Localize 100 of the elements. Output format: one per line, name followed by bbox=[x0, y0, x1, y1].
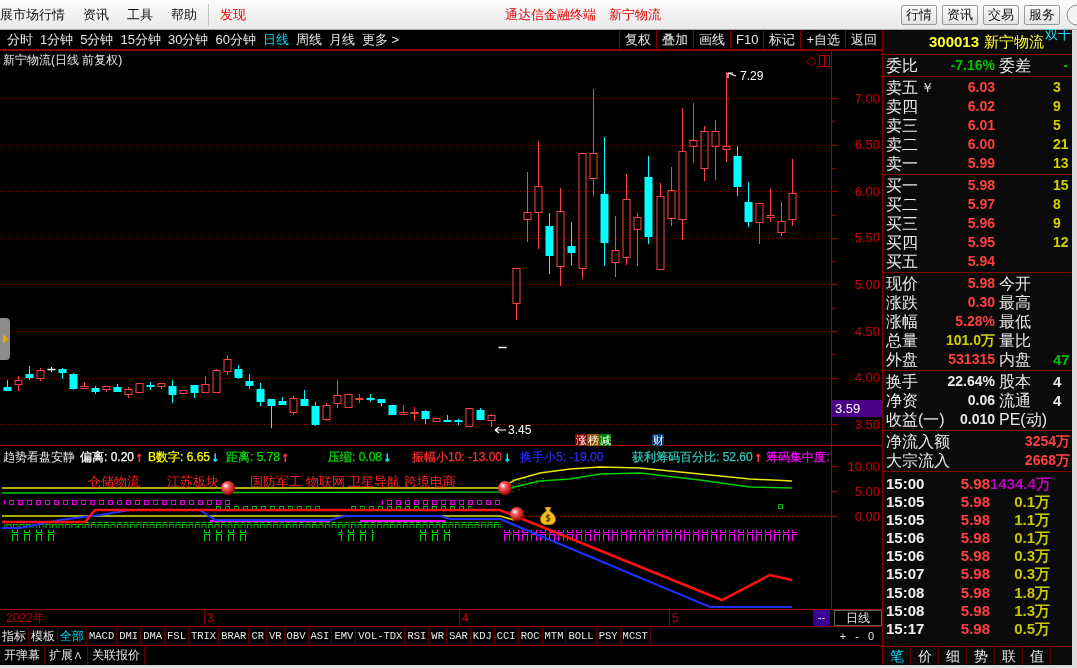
stock-name: 新宁物流 bbox=[984, 33, 1045, 51]
trade-price: 5.98 bbox=[959, 511, 990, 530]
indicator-tab[interactable]: EMV bbox=[332, 627, 357, 645]
period-tab[interactable]: 周线 bbox=[295, 31, 322, 48]
sector-label: 国防军工 物联网 卫星导航 跨境电商 bbox=[250, 474, 456, 489]
indicator-tab[interactable]: PSY bbox=[596, 627, 621, 645]
indicator-tab[interactable]: VR bbox=[267, 627, 285, 645]
menu-item[interactable]: 资讯 bbox=[74, 5, 118, 24]
menu-button[interactable]: 资讯 bbox=[942, 4, 978, 25]
trade-volume: 0.5万 bbox=[1013, 619, 1050, 638]
period-tab[interactable]: 30分钟 bbox=[167, 31, 209, 48]
yen-mark: ￥ bbox=[921, 79, 934, 97]
indicator-tab[interactable]: TRIX bbox=[188, 627, 220, 645]
toolbar-button[interactable]: +自选 bbox=[800, 30, 845, 49]
indicator-tab[interactable]: VOL-TDX bbox=[356, 627, 406, 645]
scroll-button[interactable]: -- bbox=[813, 610, 830, 626]
candle bbox=[711, 119, 720, 181]
order-price: 5.96 bbox=[966, 214, 995, 233]
candle bbox=[245, 373, 254, 390]
indicator-tab[interactable]: KDJ bbox=[470, 627, 495, 645]
indicator-tab[interactable]: CR bbox=[249, 627, 267, 645]
zoom-button[interactable]: + bbox=[836, 627, 850, 645]
indicator-tab[interactable]: MACD bbox=[87, 627, 118, 645]
trend-arrow: ↑ bbox=[282, 449, 289, 464]
quote-label: 涨幅 bbox=[886, 312, 918, 331]
menu-button[interactable]: 服务 bbox=[1024, 4, 1060, 25]
indicator-tab[interactable]: 模板 bbox=[29, 627, 58, 645]
diamond-icon[interactable] bbox=[806, 56, 817, 67]
trend-arrow: ↑ bbox=[755, 449, 762, 464]
window-title: 新宁物流 bbox=[609, 5, 661, 24]
indicator-tab[interactable]: CCI bbox=[494, 627, 519, 645]
menu-item[interactable]: 发现 bbox=[211, 5, 255, 24]
ball-icon bbox=[221, 481, 235, 495]
indicator-tab[interactable]: MTM bbox=[542, 627, 567, 645]
event-tag[interactable]: 榜 bbox=[587, 434, 599, 446]
indicator-tab[interactable]: SAR bbox=[446, 627, 471, 645]
trade-volume: 0.3万 bbox=[1013, 547, 1050, 566]
toolbar-button[interactable]: 标记 bbox=[763, 30, 801, 49]
indicator-tab[interactable]: RSI bbox=[405, 627, 430, 645]
indicator-tab[interactable]: ROC bbox=[518, 627, 543, 645]
menu-button[interactable]: 行情 bbox=[901, 4, 937, 25]
event-tag[interactable]: 减 bbox=[599, 434, 611, 446]
zoom-button[interactable]: - bbox=[850, 627, 864, 645]
side-panel-toggle[interactable] bbox=[0, 318, 10, 360]
split-view-icon[interactable] bbox=[819, 55, 830, 67]
quote-label: 委比 bbox=[886, 56, 918, 75]
event-tag[interactable]: 财 bbox=[652, 434, 664, 446]
period-tab[interactable]: 日线 bbox=[262, 31, 289, 48]
indicator-tab[interactable]: OBV bbox=[284, 627, 309, 645]
order-volume: 9 bbox=[1053, 97, 1061, 116]
indicator-tab[interactable]: ASI bbox=[308, 627, 333, 645]
indicator-tab[interactable]: 指标 bbox=[0, 627, 29, 645]
sector-label: 仓储物流 bbox=[88, 474, 140, 489]
indicator-tab[interactable]: DMI bbox=[117, 627, 142, 645]
candle bbox=[667, 166, 676, 227]
trade-time: 15:05 bbox=[885, 511, 926, 530]
menu-item[interactable]: 展市场行情 bbox=[0, 5, 74, 24]
candle bbox=[256, 382, 265, 407]
quote-label: 最低 bbox=[998, 312, 1032, 331]
price-axis-label: 6.50 bbox=[854, 137, 880, 153]
period-tab[interactable]: 1分钟 bbox=[40, 31, 74, 48]
quote-label: 卖三 bbox=[886, 116, 918, 135]
event-tag[interactable]: 涨 bbox=[575, 434, 587, 446]
toolbar-button[interactable]: 叠加 bbox=[656, 30, 693, 49]
price-axis-label: 3.50 bbox=[854, 416, 880, 432]
period-tab[interactable]: 15分钟 bbox=[120, 31, 161, 48]
candle bbox=[788, 158, 797, 227]
indicator-tab[interactable]: MCST bbox=[620, 627, 651, 645]
indicator-tab[interactable]: BRAR bbox=[219, 627, 250, 645]
order-volume: 15 bbox=[1053, 176, 1069, 195]
period-tab[interactable]: 更多 > bbox=[361, 31, 400, 48]
candle bbox=[190, 384, 199, 399]
candle bbox=[454, 418, 463, 426]
candle bbox=[567, 221, 576, 266]
indicator-tab[interactable]: WR bbox=[429, 627, 447, 645]
indicator-tab[interactable]: DMA bbox=[141, 627, 166, 645]
period-tab[interactable]: 5分钟 bbox=[80, 31, 114, 48]
menu-item[interactable]: 帮助 bbox=[162, 5, 206, 24]
toolbar-button[interactable]: 复权 bbox=[619, 30, 656, 49]
menu-button[interactable]: 交易 bbox=[983, 4, 1019, 25]
indicator-reading: 压缩: 0.08 bbox=[328, 450, 383, 464]
candle bbox=[146, 381, 155, 391]
period-tab[interactable]: 60分钟 bbox=[215, 31, 256, 48]
candle bbox=[443, 414, 452, 423]
indicator-tab[interactable]: 全部 bbox=[58, 627, 87, 645]
trade-price: 5.98 bbox=[959, 565, 990, 584]
toolbar-button[interactable]: 画线 bbox=[693, 30, 730, 49]
menu-item[interactable]: 工具 bbox=[118, 5, 162, 24]
period-tab[interactable]: 分时 bbox=[7, 31, 33, 48]
indicator-tab[interactable]: FSL bbox=[165, 627, 189, 645]
toolbar-button[interactable]: F10 bbox=[730, 30, 764, 49]
candle bbox=[113, 383, 122, 393]
quote-label: 买三 bbox=[886, 214, 918, 233]
indicator-reading: 振幅小10: -13.00 bbox=[412, 450, 503, 464]
candle bbox=[755, 203, 764, 245]
candle bbox=[744, 181, 753, 228]
indicator-tab[interactable]: BOLL bbox=[566, 627, 597, 645]
trade-price: 5.98 bbox=[959, 475, 990, 494]
period-tab[interactable]: 月线 bbox=[328, 31, 355, 48]
zoom-button[interactable]: 0 bbox=[864, 627, 878, 645]
